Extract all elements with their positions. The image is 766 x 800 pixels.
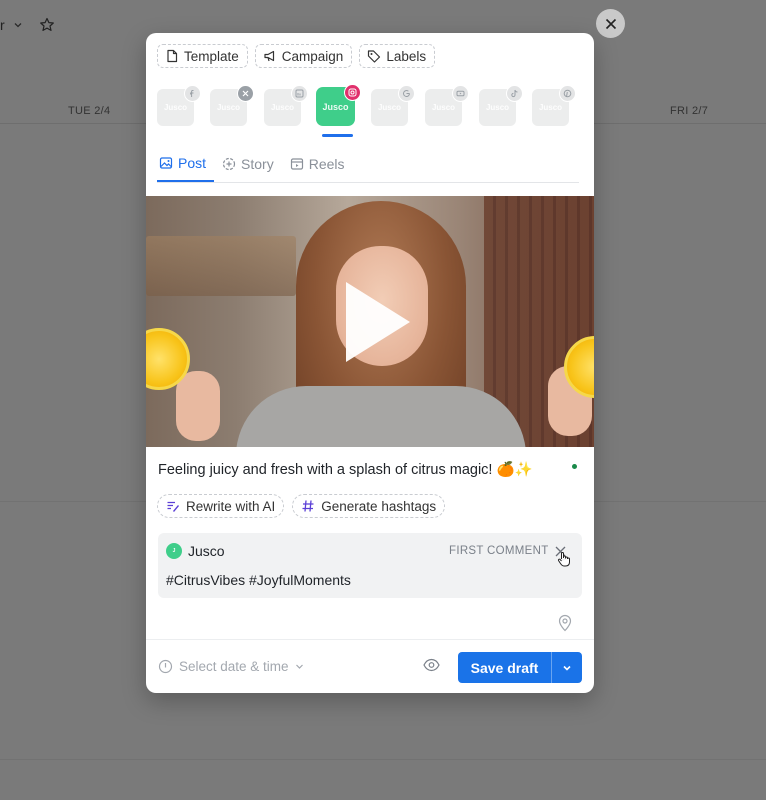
ai-rewrite-icon [167,501,179,512]
tab-reels-label: Reels [308,155,345,172]
status-dot [572,464,577,469]
document-icon [167,49,178,63]
create-post-modal: Template Campaign Labels Jusco Jusco Jus… [146,33,594,693]
date-time-placeholder: Select date & time [179,659,289,674]
google-icon [398,85,415,102]
ai-actions: Rewrite with AI Generate hashtags [157,494,446,518]
generate-hashtags-button[interactable]: Generate hashtags [292,494,446,518]
comment-author-name: Jusco [188,543,225,559]
account-brand: Jusco [270,103,295,112]
pinterest-icon [559,85,576,102]
account-brand: Jusco [431,103,456,112]
account-brand: Jusco [216,103,241,112]
facebook-icon [184,85,201,102]
account-brand: Jusco [377,103,402,112]
account-brand: Jusco [322,101,349,112]
tab-reels[interactable]: Reels [288,145,353,182]
hand-pointer-icon [557,551,571,572]
date-time-selector[interactable]: Select date & time [158,659,304,674]
close-icon [605,18,616,29]
location-pin-icon[interactable] [557,614,573,637]
account-tiktok[interactable]: Jusco [479,85,523,126]
account-linkedin[interactable]: Jusco [264,85,308,126]
post-type-tabs: Post Story Reels [157,145,579,183]
labels-chip-label: Labels [386,48,427,64]
tiktok-icon [506,85,523,102]
account-brand: Jusco [163,103,188,112]
instagram-icon [344,84,361,101]
comment-author: J Jusco [166,543,225,559]
hashtags-label: Generate hashtags [321,498,437,514]
account-removed[interactable]: Jusco [210,85,254,126]
post-caption[interactable]: Feeling juicy and fresh with a splash of… [158,461,533,478]
remove-account-icon[interactable] [237,85,254,102]
background-shelf [146,236,296,296]
selected-account-indicator [322,134,353,137]
account-brand: Jusco [538,103,563,112]
tag-icon [368,50,381,63]
account-selector: Jusco Jusco Jusco Jusco Jusco Jusco Jusc… [157,83,594,139]
campaign-chip[interactable]: Campaign [254,44,353,68]
account-google[interactable]: Jusco [371,85,415,126]
save-options-button[interactable] [552,652,582,683]
modal-footer: Select date & time Save draft [146,639,594,693]
close-modal-button[interactable] [596,9,625,38]
first-comment-label: FIRST COMMENT [449,545,549,557]
tab-story[interactable]: Story [220,145,282,182]
preview-eye-icon[interactable] [423,658,440,677]
chevron-down-icon [295,664,303,669]
video-preview[interactable] [146,196,594,447]
first-comment-box: J Jusco FIRST COMMENT #CitrusVibes #Joyf… [158,533,582,598]
avatar: J [166,543,182,559]
youtube-icon [452,85,469,102]
labels-chip[interactable]: Labels [359,44,436,68]
tab-story-label: Story [241,155,274,172]
post-meta-chips: Template Campaign Labels [157,44,436,68]
play-icon[interactable] [346,282,410,362]
hashtag-icon [302,500,314,512]
linkedin-icon [291,85,308,102]
account-facebook[interactable]: Jusco [157,85,201,126]
chevron-down-icon [563,665,571,671]
save-draft-button[interactable]: Save draft [458,652,551,683]
account-instagram-selected[interactable]: Jusco [317,84,361,125]
tab-post[interactable]: Post [157,145,215,182]
video-subject-hand [176,371,220,441]
clock-icon [158,659,173,674]
template-chip[interactable]: Template [157,44,248,68]
first-comment-text[interactable]: #CitrusVibes #JoyfulMoments [166,572,351,588]
rewrite-label: Rewrite with AI [186,498,276,514]
template-chip-label: Template [184,48,239,64]
tab-post-label: Post [178,154,207,171]
video-subject-sweater [236,386,526,447]
save-draft-split-button: Save draft [458,652,582,683]
account-youtube[interactable]: Jusco [425,85,469,126]
story-icon [222,157,236,170]
campaign-chip-label: Campaign [281,48,344,64]
account-pinterest[interactable]: Jusco [532,85,576,126]
megaphone-icon [264,50,274,62]
account-brand: Jusco [485,103,510,112]
reels-icon [290,157,303,170]
image-icon [159,156,173,169]
rewrite-with-ai-button[interactable]: Rewrite with AI [157,494,285,518]
